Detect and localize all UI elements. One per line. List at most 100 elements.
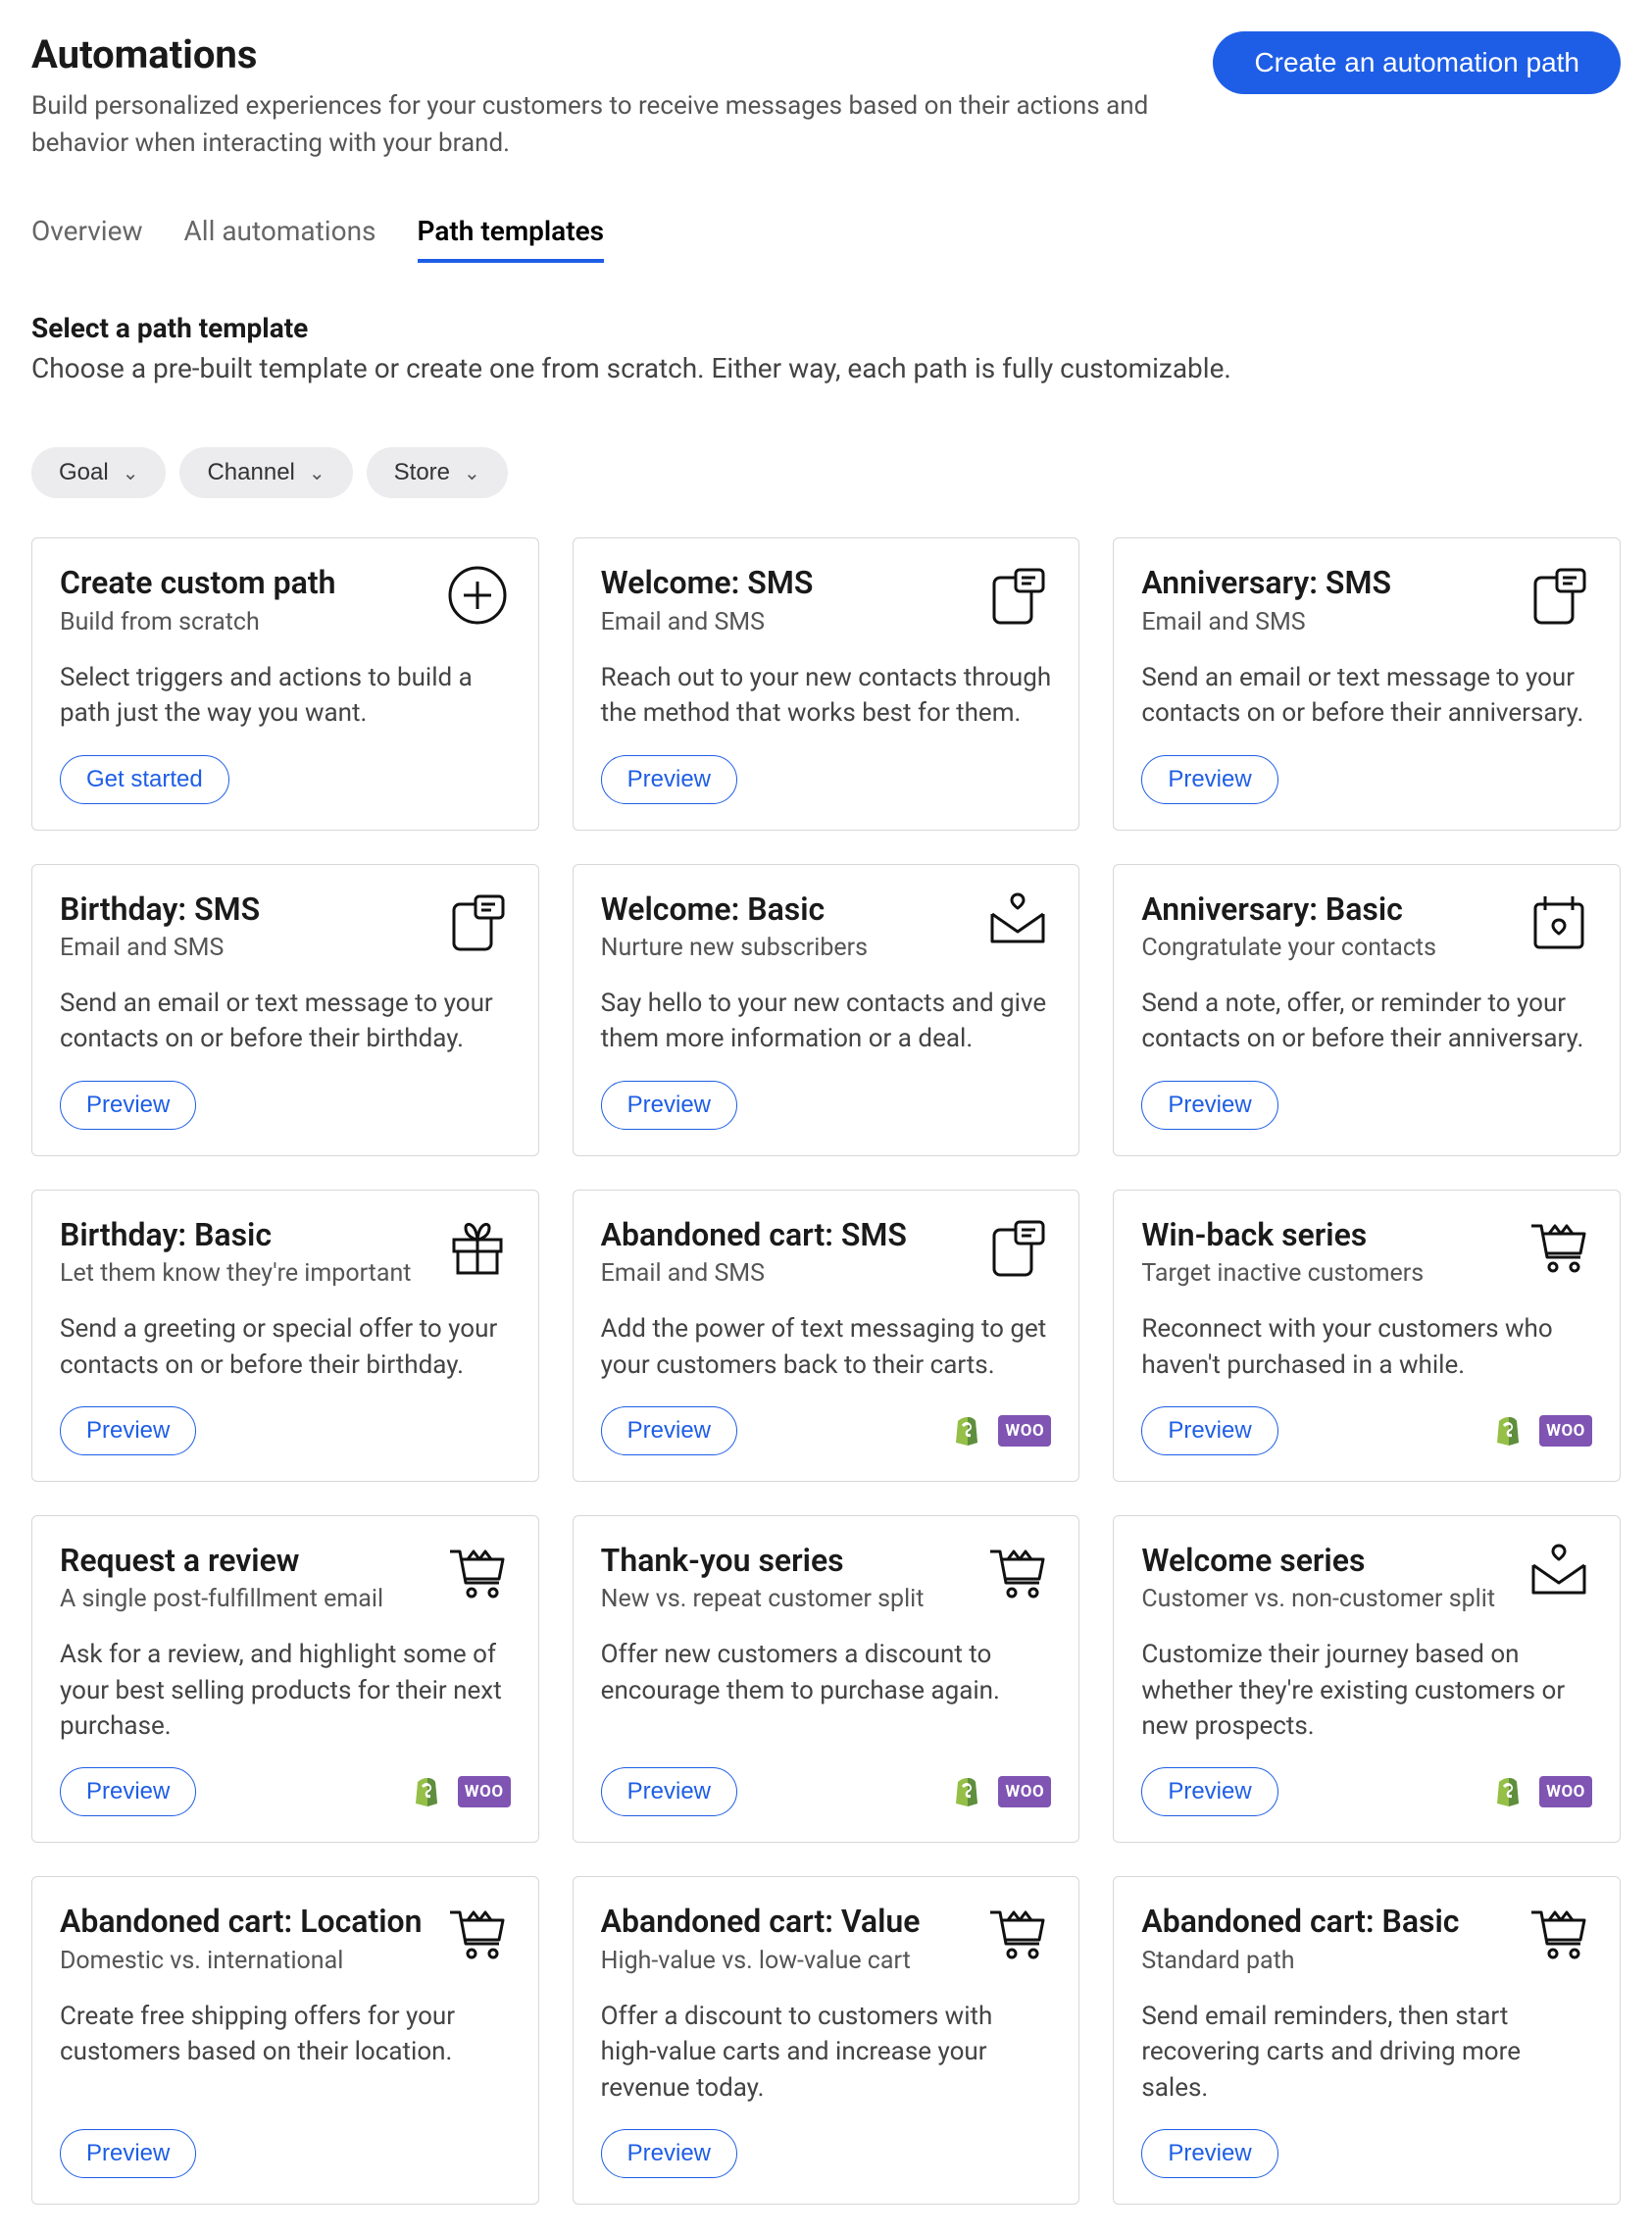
shopify-badge [953, 1776, 982, 1807]
integrations: WOO [1494, 1776, 1592, 1807]
template-card: Create custom path Build from scratch Se… [31, 537, 539, 830]
preview-button[interactable]: Preview [60, 2129, 196, 2178]
card-subtitle: Standard path [1141, 1947, 1459, 1975]
preview-button[interactable]: Preview [601, 1767, 737, 1816]
filter-label: Channel [207, 459, 294, 486]
plus-circle-icon [444, 564, 511, 631]
preview-button[interactable]: Preview [1141, 755, 1277, 804]
filter-goal[interactable]: Goal ⌄ [31, 447, 166, 498]
template-card: Birthday: SMS Email and SMS Send an emai… [31, 864, 539, 1156]
template-card: Anniversary: Basic Congratulate your con… [1113, 864, 1621, 1156]
card-title: Welcome: SMS [601, 564, 814, 601]
template-card: Thank-you series New vs. repeat customer… [573, 1515, 1080, 1844]
envelope-heart-icon [984, 890, 1051, 957]
card-title: Request a review [60, 1542, 383, 1579]
card-subtitle: Email and SMS [601, 608, 814, 636]
preview-button[interactable]: Preview [1141, 1081, 1277, 1130]
preview-button[interactable]: Preview [60, 1767, 196, 1816]
preview-button[interactable]: Preview [1141, 2129, 1277, 2178]
card-subtitle: Email and SMS [1141, 608, 1391, 636]
preview-button[interactable]: Preview [601, 2129, 737, 2178]
filters: Goal ⌄ Channel⌄ Store⌄ [31, 447, 1621, 498]
integrations: WOO [1494, 1415, 1592, 1447]
card-title: Win-back series [1141, 1216, 1424, 1253]
tab-overview[interactable]: Overview [31, 215, 143, 263]
card-description: Send a greeting or special offer to your… [60, 1311, 511, 1383]
cart-icon [984, 1903, 1051, 1969]
cart-icon [1526, 1216, 1592, 1283]
preview-button[interactable]: Preview [601, 755, 737, 804]
envelope-heart-icon [1526, 1542, 1592, 1608]
card-subtitle: A single post-fulfillment email [60, 1585, 383, 1613]
card-subtitle: Nurture new subscribers [601, 934, 868, 962]
woo-badge: WOO [998, 1776, 1051, 1807]
card-description: Send an email or text message to your co… [1141, 660, 1592, 732]
preview-button[interactable]: Preview [60, 1081, 196, 1130]
template-card: Request a review A single post-fulfillme… [31, 1515, 539, 1844]
woo-badge: WOO [458, 1776, 511, 1807]
template-grid: Create custom path Build from scratch Se… [31, 537, 1621, 2205]
card-title: Abandoned cart: SMS [601, 1216, 907, 1253]
card-description: Offer a discount to customers with high-… [601, 1999, 1052, 2106]
card-subtitle: Build from scratch [60, 608, 335, 636]
woo-badge: WOO [998, 1415, 1051, 1447]
sms-icon [1526, 564, 1592, 631]
template-card: Abandoned cart: Basic Standard path Send… [1113, 1876, 1621, 2205]
shopify-badge [953, 1415, 982, 1447]
page-description: Build personalized experiences for your … [31, 88, 1174, 162]
page-title: Automations [31, 31, 1174, 78]
preview-button[interactable]: Preview [1141, 1406, 1277, 1455]
card-title: Anniversary: Basic [1141, 890, 1436, 928]
template-card: Abandoned cart: SMS Email and SMS Add th… [573, 1190, 1080, 1482]
card-description: Say hello to your new contacts and give … [601, 986, 1052, 1057]
card-description: Create free shipping offers for your cus… [60, 1999, 511, 2106]
tab-all-automations[interactable]: All automations [184, 215, 376, 263]
preview-button[interactable]: Preview [601, 1081, 737, 1130]
card-description: Reconnect with your customers who haven'… [1141, 1311, 1592, 1383]
chevron-down-icon: ⌄ [123, 461, 139, 485]
card-subtitle: Domestic vs. international [60, 1947, 423, 1975]
integrations: WOO [953, 1415, 1051, 1447]
card-description: Reach out to your new contacts through t… [601, 660, 1052, 732]
filter-label: Goal [59, 459, 109, 486]
sms-icon [444, 890, 511, 957]
card-title: Birthday: Basic [60, 1216, 411, 1253]
card-description: Send email reminders, then start recover… [1141, 1999, 1592, 2106]
card-title: Abandoned cart: Value [601, 1903, 921, 1940]
card-title: Anniversary: SMS [1141, 564, 1391, 601]
card-subtitle: Let them know they're important [60, 1259, 411, 1288]
card-subtitle: Target inactive customers [1141, 1259, 1424, 1288]
card-subtitle: New vs. repeat customer split [601, 1585, 925, 1613]
card-title: Abandoned cart: Location [60, 1903, 423, 1940]
card-description: Ask for a review, and highlight some of … [60, 1637, 511, 1744]
preview-button[interactable]: Preview [1141, 1767, 1277, 1816]
shopify-badge [413, 1776, 442, 1807]
preview-button[interactable]: Preview [601, 1406, 737, 1455]
card-description: Send a note, offer, or reminder to your … [1141, 986, 1592, 1057]
shopify-badge [1494, 1776, 1524, 1807]
card-title: Abandoned cart: Basic [1141, 1903, 1459, 1940]
tab-path-templates[interactable]: Path templates [418, 215, 605, 263]
template-card: Welcome series Customer vs. non-customer… [1113, 1515, 1621, 1844]
get-started-button[interactable]: Get started [60, 755, 229, 804]
template-card: Welcome: Basic Nurture new subscribers S… [573, 864, 1080, 1156]
woo-badge: WOO [1539, 1776, 1592, 1807]
card-description: Send an email or text message to your co… [60, 986, 511, 1057]
filter-channel[interactable]: Channel⌄ [179, 447, 352, 498]
card-title: Welcome: Basic [601, 890, 868, 928]
card-subtitle: Email and SMS [60, 934, 260, 962]
preview-button[interactable]: Preview [60, 1406, 196, 1455]
section-heading: Select a path template [31, 312, 1621, 344]
cart-icon [444, 1542, 511, 1608]
integrations: WOO [413, 1776, 511, 1807]
card-subtitle: Email and SMS [601, 1259, 907, 1288]
create-automation-button[interactable]: Create an automation path [1213, 31, 1621, 94]
template-card: Abandoned cart: Value High-value vs. low… [573, 1876, 1080, 2205]
card-description: Select triggers and actions to build a p… [60, 660, 511, 732]
card-subtitle: Congratulate your contacts [1141, 934, 1436, 962]
template-card: Abandoned cart: Location Domestic vs. in… [31, 1876, 539, 2205]
filter-store[interactable]: Store⌄ [367, 447, 508, 498]
card-title: Thank-you series [601, 1542, 925, 1579]
sms-icon [984, 1216, 1051, 1283]
sms-icon [984, 564, 1051, 631]
